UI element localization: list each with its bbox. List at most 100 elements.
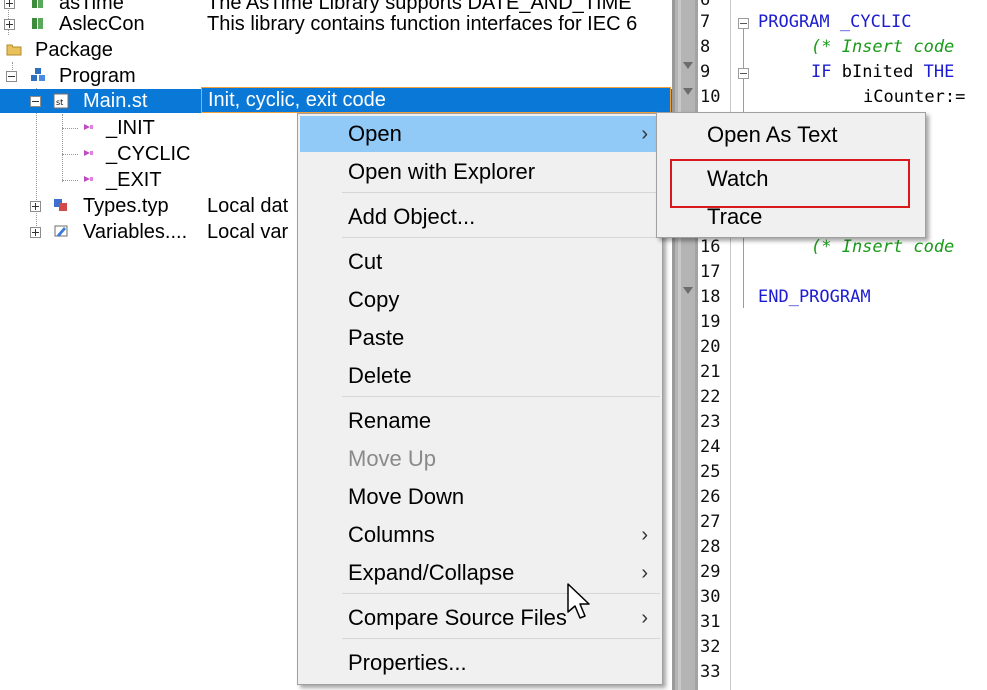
action-icon [84,124,93,130]
context-menu: Open › Open with Explorer Add Object... … [297,113,663,685]
menu-separator [342,237,660,238]
tree-item-label: _EXIT [106,169,162,191]
menu-item-rename[interactable]: Rename [300,403,660,439]
action-icon [84,150,93,156]
line-number: 33 [700,662,721,682]
highlight-frame [670,159,910,208]
program-icon [31,68,45,81]
submenu-arrow-icon: › [641,123,648,145]
tree-row-program[interactable]: Program [0,63,672,89]
library-icon [32,18,43,29]
line-number: 22 [700,387,721,407]
line-number: 26 [700,487,721,507]
line-number: 32 [700,637,721,657]
menu-item-copy[interactable]: Copy [300,282,660,318]
submenu-arrow-icon: › [641,524,648,546]
menu-item-add-object[interactable]: Add Object... [300,199,660,235]
menu-item-label: Compare Source Files [348,605,567,630]
submenu-arrow-icon: › [641,607,648,629]
menu-item-properties[interactable]: Properties... [300,645,660,681]
tree-item-label: Types.typ [83,195,169,217]
menu-item-move-up: Move Up [300,441,660,477]
code-line[interactable]: PROGRAM _CYCLIC [758,10,912,35]
expand-icon[interactable] [30,201,41,212]
code-line[interactable]: END_PROGRAM [758,285,871,310]
tree-row-aslec[interactable]: AslecCon This library contains function … [0,11,672,37]
line-number: 17 [700,262,721,282]
svg-text:st: st [56,98,63,107]
menu-item-label: Cut [348,249,383,274]
expand-icon[interactable] [4,0,15,9]
folder-icon [6,44,22,56]
code-identifier: bInited [831,62,924,82]
menu-item-label: Move Up [348,446,437,471]
pane-splitter[interactable] [672,0,698,690]
action-icon [84,176,93,182]
menu-item-label: Open with Explorer [348,159,536,184]
line-number: 20 [700,337,721,357]
fold-toggle-icon[interactable] [738,18,749,29]
scroll-marker-icon [683,62,693,69]
code-line[interactable]: IF bInited THE [811,60,954,85]
tree-row-package[interactable]: Package [0,37,672,63]
line-number: 28 [700,537,721,557]
tree-item-description: Local dat [207,195,289,217]
menu-item-label: Columns [348,522,435,547]
submenu-item-open-as-text[interactable]: Open As Text [657,116,925,154]
menu-item-compare-source-files[interactable]: Compare Source Files › [300,600,660,636]
menu-item-label: Paste [348,325,405,350]
menu-item-label: Open [348,121,402,146]
tree-item-description[interactable]: Init, cyclic, exit code [201,87,671,113]
line-number: 23 [700,412,721,432]
menu-item-label: Properties... [348,650,467,675]
scroll-marker-icon [683,287,693,294]
line-number: 24 [700,437,721,457]
line-number: 18 [700,287,721,307]
menu-item-columns[interactable]: Columns › [300,517,660,553]
st-file-icon: st [53,93,69,109]
menu-item-delete[interactable]: Delete [300,358,660,394]
code-comment[interactable]: (* Insert code [811,35,954,60]
code-keyword: THE [923,62,955,82]
line-number: 8 [700,37,711,57]
tree-item-label: _INIT [106,117,155,139]
menu-item-label: Rename [348,408,432,433]
menu-item-label: Expand/Collapse [348,560,515,585]
line-number: 29 [700,562,721,582]
line-number: 16 [700,237,721,257]
menu-item-open-with-explorer[interactable]: Open with Explorer [300,154,660,190]
tree-item-label: _CYCLIC [106,143,191,165]
line-number: 31 [700,612,721,632]
tree-item-description: This library contains function interface… [207,13,638,35]
collapse-icon[interactable] [6,71,17,82]
code-line[interactable]: iCounter:= [863,85,965,110]
menu-separator [342,593,660,594]
line-number: 19 [700,312,721,332]
expand-icon[interactable] [4,19,15,30]
menu-item-label: Copy [348,287,400,312]
fold-toggle-icon[interactable] [738,68,749,79]
code-comment[interactable]: (* Insert code [811,235,954,260]
menu-separator [342,638,660,639]
tree-row-main-st[interactable]: st Main.st Init, cyclic, exit code [0,87,672,113]
menu-item-label: Move Down [348,484,465,509]
menu-item-move-down[interactable]: Move Down [300,479,660,515]
menu-item-open[interactable]: Open › [300,116,660,152]
code-keyword: IF [811,62,832,82]
menu-separator [342,396,660,397]
line-number: 10 [700,87,721,107]
menu-item-label: Add Object... [348,204,476,229]
menu-separator [342,192,660,193]
expand-icon[interactable] [30,227,41,238]
types-icon [54,199,67,211]
collapse-icon[interactable] [30,96,41,107]
menu-item-paste[interactable]: Paste [300,320,660,356]
menu-item-label: Open As Text [707,122,838,147]
line-number: 7 [700,12,711,32]
tree-item-label: Main.st [81,89,150,113]
menu-item-expand-collapse[interactable]: Expand/Collapse › [300,555,660,591]
tree-item-label: Package [35,39,113,61]
menu-item-cut[interactable]: Cut [300,244,660,280]
line-number: 30 [700,587,721,607]
scroll-marker-icon [683,88,693,95]
